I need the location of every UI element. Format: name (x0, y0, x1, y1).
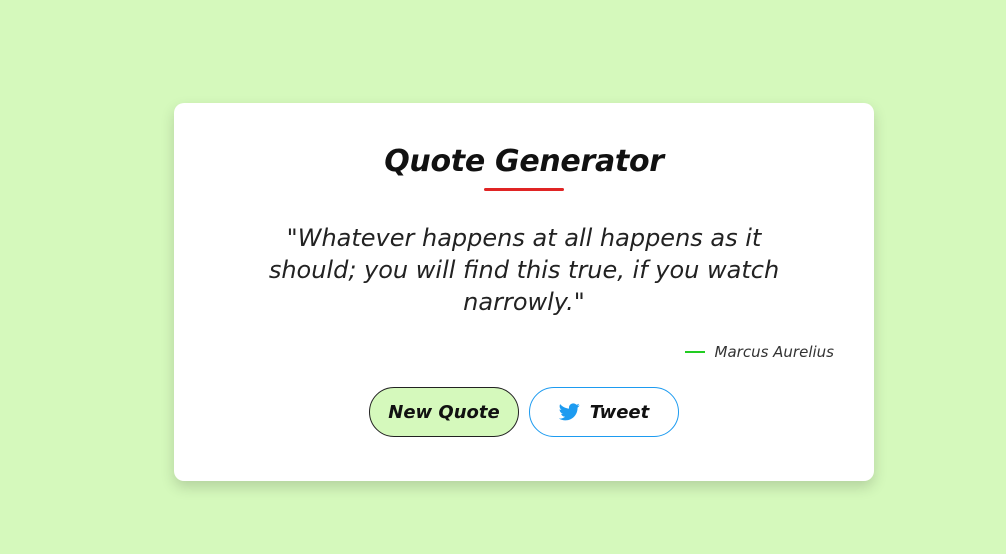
tweet-label: Tweet (589, 401, 650, 423)
title-underline (484, 188, 564, 191)
page-title: Quote Generator (384, 144, 664, 179)
quote-text: "Whatever happens at all happens as it s… (268, 224, 780, 316)
tweet-button[interactable]: Tweet (529, 387, 679, 437)
new-quote-label: New Quote (388, 401, 500, 423)
button-row: New Quote Tweet (369, 387, 679, 437)
author-dash (684, 351, 705, 353)
quote-card: Quote Generator "Whatever happens at all… (174, 103, 874, 481)
twitter-bird-icon (558, 403, 580, 421)
author-row: Marcus Aurelius (684, 342, 834, 362)
author-name: Marcus Aurelius (714, 343, 834, 361)
new-quote-button[interactable]: New Quote (369, 387, 519, 437)
